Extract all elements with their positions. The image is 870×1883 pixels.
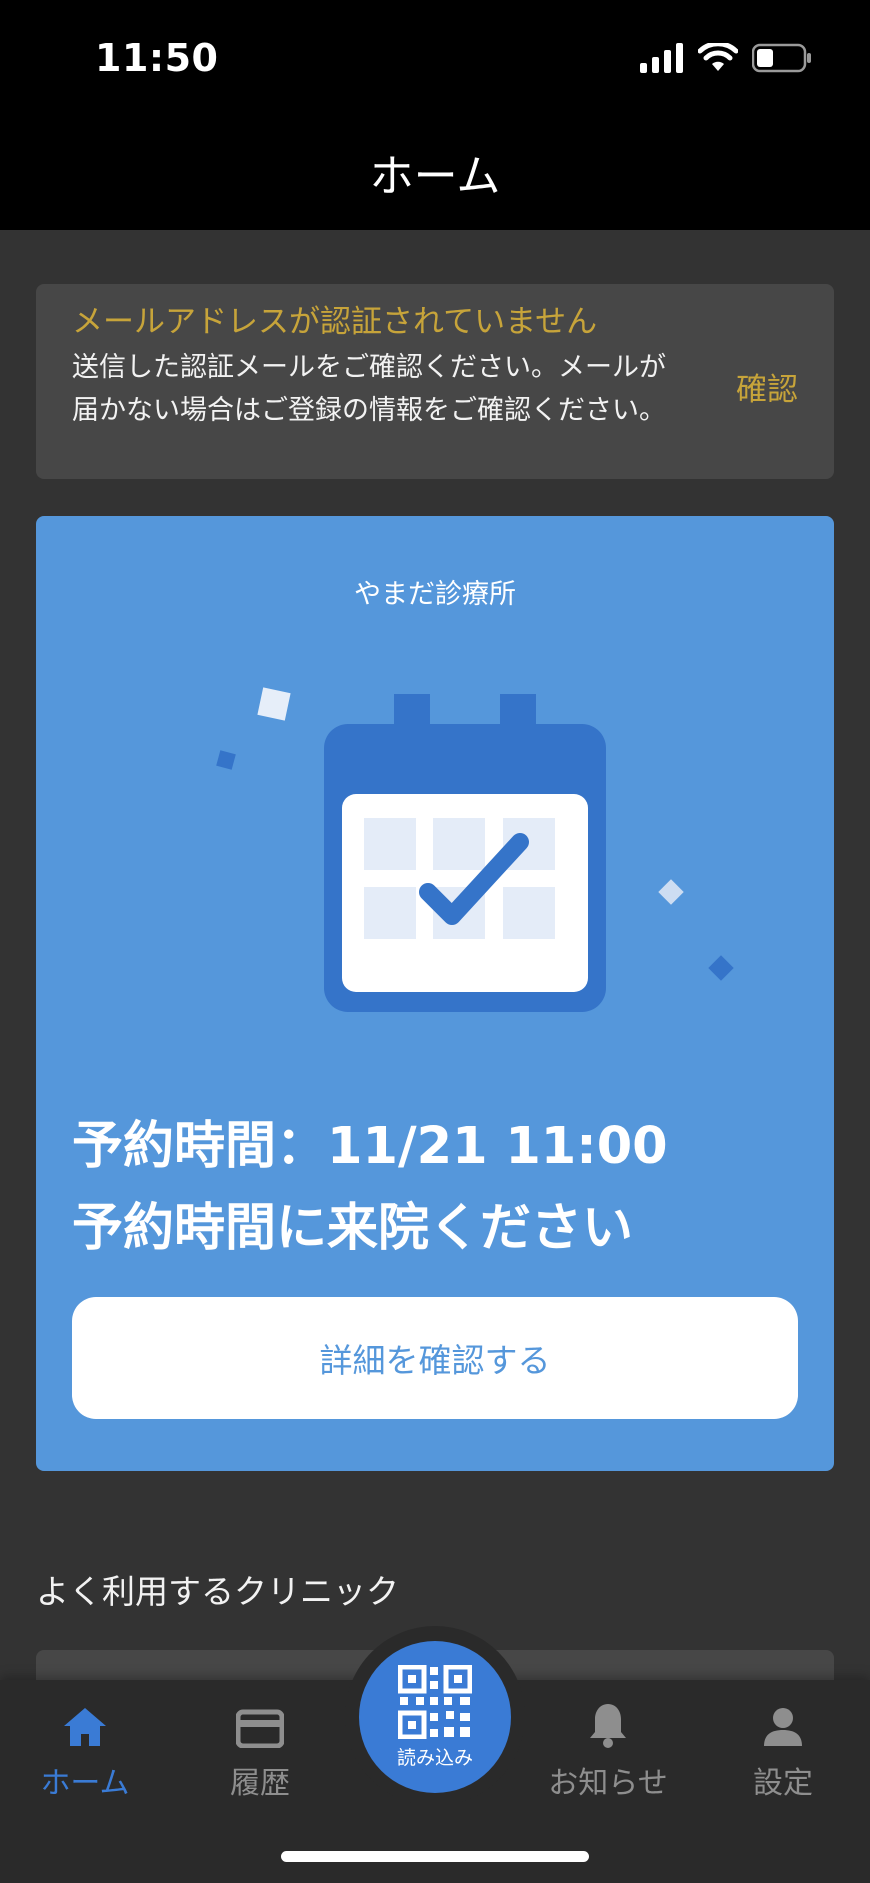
signal-icon: [640, 43, 683, 73]
banner-message: 送信した認証メールをご確認ください。メールが届かない場合はご登録の情報をご確認く…: [72, 352, 666, 426]
email-verification-banner: メールアドレスが認証されていません 送信した認証メールをご確認ください。メールが…: [36, 284, 834, 479]
status-time: 11:50: [95, 36, 219, 80]
appointment-time: 予約時間：11/21 11:00: [72, 1117, 668, 1176]
favorite-clinics-title: よく利用するクリニック: [36, 1572, 399, 1611]
page-title: ホーム: [369, 151, 501, 202]
tab-settings[interactable]: 設定: [708, 1692, 858, 1802]
qr-code-icon: [398, 1664, 472, 1739]
home-indicator: [281, 1851, 589, 1862]
person-icon: [708, 1692, 858, 1748]
tab-notifications[interactable]: お知らせ: [533, 1692, 683, 1802]
home-icon: [10, 1692, 160, 1748]
appointment-card: やまだ診療所 予約時間：11/21 11:00 予約時間に来院ください 詳細を確…: [36, 516, 834, 1471]
banner-title: メールアドレスが認証されていません: [72, 304, 598, 340]
view-details-button[interactable]: 詳細を確認する: [72, 1297, 798, 1419]
wifi-icon: [698, 43, 738, 71]
clinic-name: やまだ診療所: [354, 579, 516, 610]
scan-qr-button[interactable]: 読み込み: [359, 1641, 511, 1793]
card-icon: [185, 1692, 335, 1748]
scan-button-label: 読み込み: [396, 1746, 473, 1769]
calendar-check-icon: [216, 687, 734, 1012]
battery-icon: [752, 43, 811, 73]
status-icons: [640, 40, 812, 76]
top-bar: 11:50 ホーム: [0, 0, 870, 230]
tab-history[interactable]: 履歴: [185, 1692, 335, 1802]
tab-settings-label: 設定: [753, 1766, 813, 1801]
tab-notifications-label: お知らせ: [548, 1766, 668, 1801]
tab-history-label: 履歴: [230, 1766, 290, 1801]
tab-home[interactable]: ホーム: [10, 1692, 160, 1802]
appointment-message: 予約時間に来院ください: [72, 1199, 634, 1258]
bell-icon: [533, 1692, 683, 1748]
tab-home-label: ホーム: [40, 1766, 130, 1801]
confirm-link[interactable]: 確認: [736, 364, 798, 409]
